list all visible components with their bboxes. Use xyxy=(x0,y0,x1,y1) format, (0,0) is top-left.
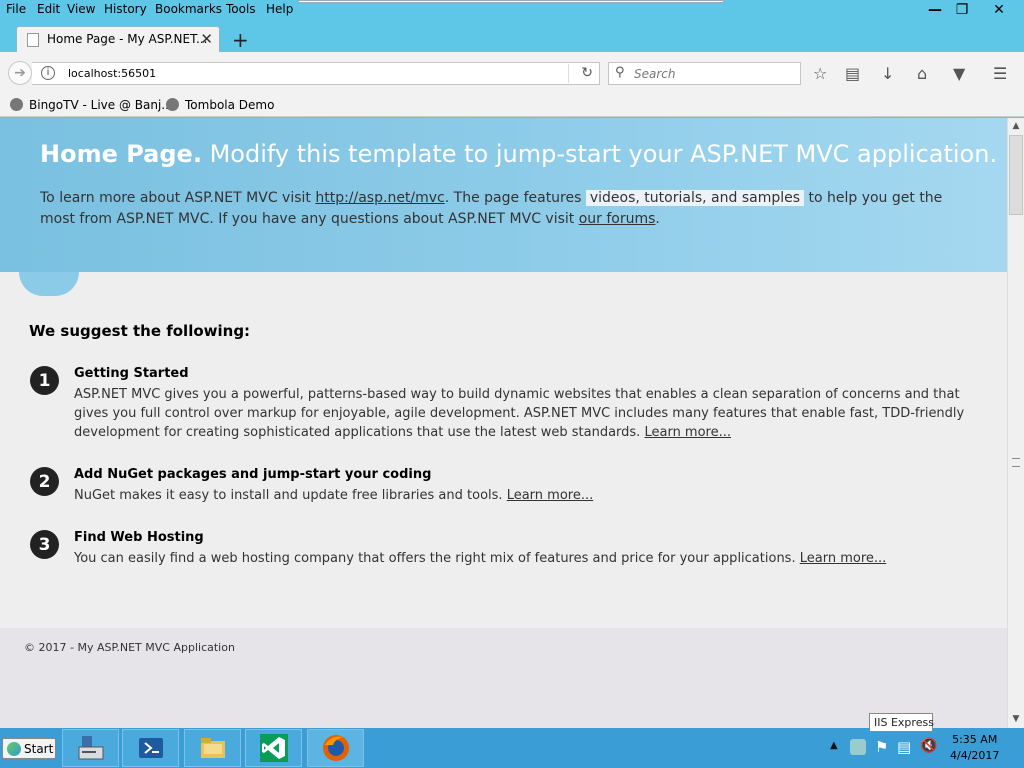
tab-title: Home Page - My ASP.NET... xyxy=(47,32,208,46)
menu-bookmarks[interactable]: Bookmarks xyxy=(155,2,222,16)
step-item: 3 Find Web Hosting You can easily find a… xyxy=(30,530,1000,570)
home-icon[interactable]: ⌂ xyxy=(917,64,927,83)
new-tab-icon[interactable]: + xyxy=(232,28,249,52)
globe-icon xyxy=(10,98,23,111)
suggest-heading: We suggest the following: xyxy=(29,322,251,340)
visual-studio-icon xyxy=(259,734,288,762)
scroll-up-icon[interactable]: ▲ xyxy=(1008,118,1024,135)
jumbotron: Home Page. Modify this template to jump-… xyxy=(0,118,1007,272)
step-item: 2 Add NuGet packages and jump-start your… xyxy=(30,467,1000,507)
maximize-button[interactable]: ❐ xyxy=(949,0,975,20)
tab-close-icon[interactable]: ✕ xyxy=(200,30,213,48)
close-window-button[interactable]: ✕ xyxy=(976,0,1022,20)
menu-help[interactable]: Help xyxy=(266,2,293,16)
url-bar[interactable]: i localhost:56501 ↻ xyxy=(32,62,600,85)
taskbar: Start ▲ ⚑ ▤ 🔇 5:35 AM 4/4/2017 xyxy=(0,728,1024,768)
taskbar-firefox[interactable] xyxy=(307,729,364,767)
hamburger-menu-icon[interactable]: ☰ xyxy=(993,64,1007,83)
bookmarks-bar: BingoTV - Live @ Banj... Tombola Demo xyxy=(0,94,1024,117)
search-input[interactable]: ⚲ Search xyxy=(608,62,801,85)
info-icon[interactable]: i xyxy=(41,66,55,80)
tooltip: IIS Express xyxy=(869,713,934,732)
highlight-text: videos, tutorials, and samples xyxy=(585,190,805,206)
flag-icon[interactable]: ⚑ xyxy=(875,738,888,756)
url-separator xyxy=(568,64,569,83)
bookmark-item[interactable]: BingoTV - Live @ Banj... xyxy=(10,98,173,112)
minimize-button[interactable]: — xyxy=(922,0,948,20)
show-hidden-icons-icon[interactable]: ▲ xyxy=(830,740,838,751)
search-placeholder: Search xyxy=(634,67,676,81)
powershell-icon xyxy=(138,738,163,758)
restore-icon: ❐ xyxy=(955,2,969,18)
decorative-bubble xyxy=(19,272,79,296)
menu-history[interactable]: History xyxy=(104,2,147,16)
pocket-icon[interactable]: ▼ xyxy=(953,64,965,83)
server-manager-icon xyxy=(78,736,103,760)
learn-more-link[interactable]: Learn more... xyxy=(644,425,731,440)
step-body: You can easily find a web hosting compan… xyxy=(74,551,887,566)
copyright-text: © 2017 - My ASP.NET MVC Application xyxy=(24,641,235,654)
volume-muted-icon[interactable]: 🔇 xyxy=(920,738,937,754)
learn-more-link[interactable]: Learn more... xyxy=(507,488,594,503)
menu-tools[interactable]: Tools xyxy=(226,2,256,16)
tab-home[interactable]: Home Page - My ASP.NET... ✕ xyxy=(16,26,220,52)
step-title: Getting Started xyxy=(74,366,189,381)
network-icon[interactable]: ▤ xyxy=(897,738,911,756)
menu-edit[interactable]: Edit xyxy=(37,2,60,16)
back-button[interactable]: ➔ xyxy=(8,61,32,85)
page-title: Home Page. Modify this template to jump-… xyxy=(40,140,998,168)
taskbar-server-manager[interactable] xyxy=(62,729,119,767)
scroll-grip-icon xyxy=(1012,458,1020,467)
step-title: Add NuGet packages and jump-start your c… xyxy=(74,467,432,482)
menu-view[interactable]: View xyxy=(67,2,95,16)
step-body: ASP.NET MVC gives you a powerful, patter… xyxy=(74,387,965,440)
taskbar-powershell[interactable] xyxy=(122,729,179,767)
step-number: 1 xyxy=(30,366,59,395)
bookmark-item[interactable]: Tombola Demo xyxy=(166,98,274,112)
footer: © 2017 - My ASP.NET MVC Application xyxy=(0,628,1007,728)
taskbar-visual-studio[interactable] xyxy=(245,729,302,767)
star-icon[interactable]: ☆ xyxy=(813,64,827,83)
close-icon: ✕ xyxy=(993,2,1005,18)
folder-icon xyxy=(200,738,225,758)
page-icon xyxy=(27,33,39,47)
arrow-left-icon: ➔ xyxy=(14,65,26,81)
start-button[interactable]: Start xyxy=(2,738,56,759)
menu-file[interactable]: File xyxy=(6,2,26,16)
reload-icon[interactable]: ↻ xyxy=(581,65,593,81)
intro-text: To learn more about ASP.NET MVC visit ht… xyxy=(40,190,943,227)
clock-time: 5:35 AM xyxy=(952,733,998,746)
step-number: 2 xyxy=(30,467,59,496)
scroll-down-icon[interactable]: ▼ xyxy=(1008,711,1024,728)
navigation-bar: ➔ i localhost:56501 ↻ ⚲ Search ☆ ▤ ↓ ⌂ ▼… xyxy=(0,52,1024,94)
step-body: NuGet makes it easy to install and updat… xyxy=(74,488,594,503)
asp-net-link[interactable]: http://asp.net/mvc xyxy=(315,190,444,206)
step-number: 3 xyxy=(30,530,59,559)
browser-window: File Edit View History Bookmarks Tools H… xyxy=(0,0,1024,728)
globe-icon xyxy=(166,98,179,111)
windows-orb-icon xyxy=(7,741,21,756)
menu-bar: File Edit View History Bookmarks Tools H… xyxy=(0,0,1024,20)
page-content: Home Page. Modify this template to jump-… xyxy=(0,118,1007,728)
scroll-thumb[interactable] xyxy=(1009,135,1023,215)
vertical-scrollbar[interactable]: ▲ ▼ xyxy=(1007,118,1024,728)
step-item: 1 Getting Started ASP.NET MVC gives you … xyxy=(30,366,1000,440)
url-text[interactable]: localhost:56501 xyxy=(68,67,156,80)
title-bar-edge xyxy=(298,0,724,3)
minimize-icon: — xyxy=(928,2,942,18)
firefox-icon xyxy=(322,735,349,761)
taskbar-explorer[interactable] xyxy=(184,729,241,767)
step-title: Find Web Hosting xyxy=(74,530,204,545)
clock[interactable]: 5:35 AM 4/4/2017 xyxy=(950,732,999,764)
forums-link[interactable]: our forums xyxy=(579,211,656,227)
iis-express-icon[interactable] xyxy=(850,739,866,755)
learn-more-link[interactable]: Learn more... xyxy=(800,551,887,566)
clock-date: 4/4/2017 xyxy=(950,749,1000,762)
download-icon[interactable]: ↓ xyxy=(881,64,894,83)
search-icon: ⚲ xyxy=(615,65,625,80)
reading-list-icon[interactable]: ▤ xyxy=(845,64,860,83)
